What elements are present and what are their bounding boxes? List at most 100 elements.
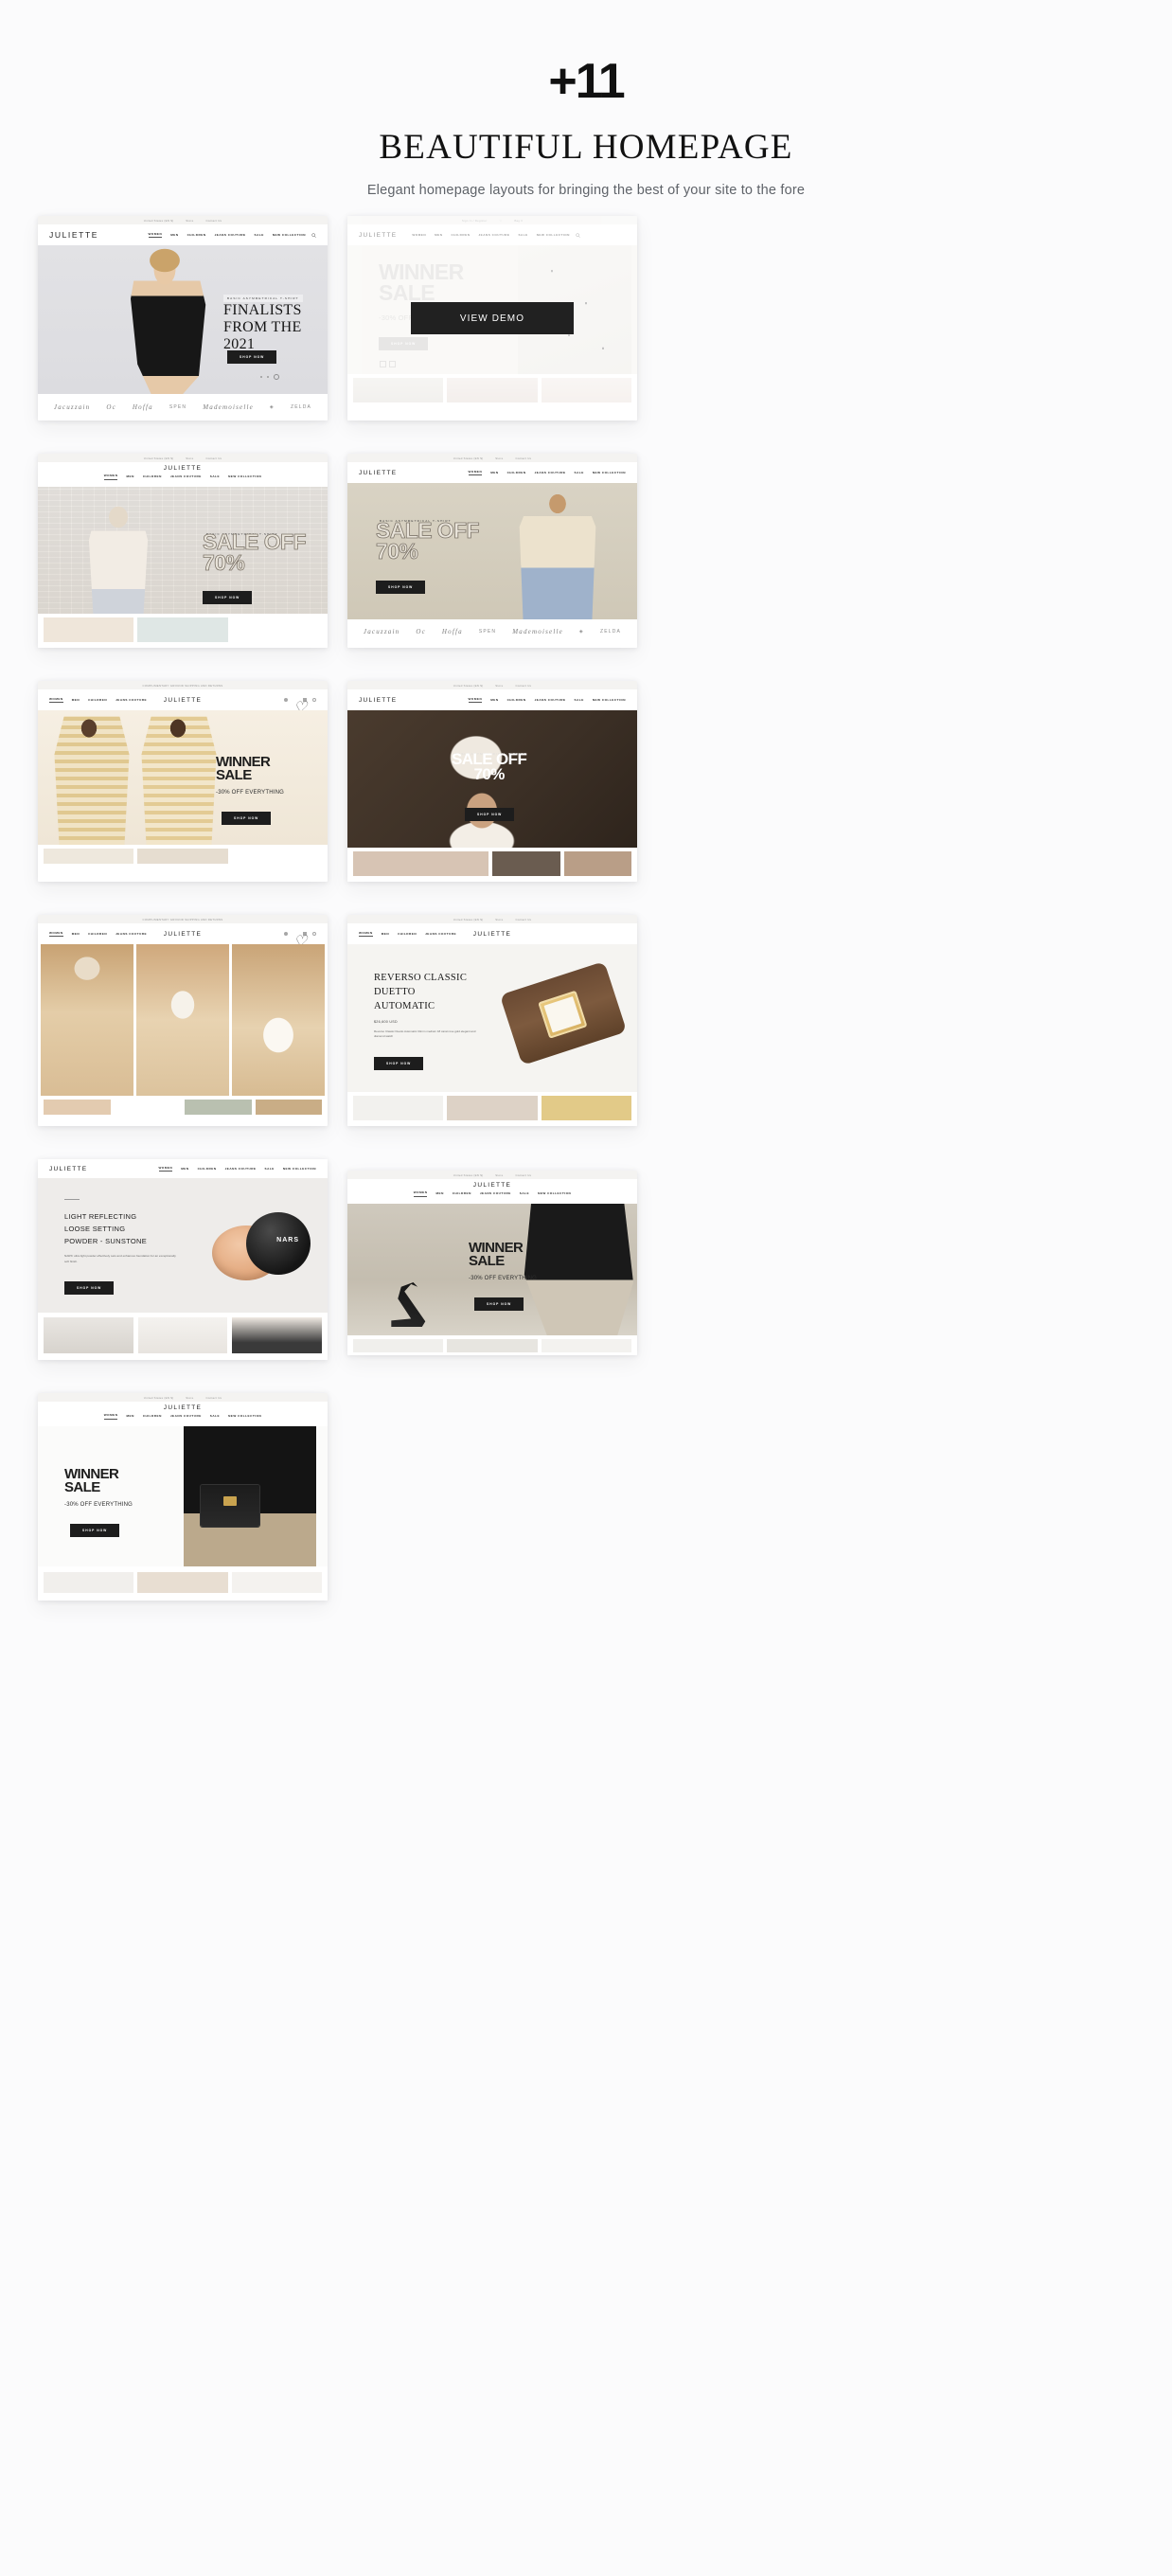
nav-newcollection[interactable]: NEW COLLECTION	[593, 471, 626, 474]
demo-card-home-8[interactable]: United States (EN $) Store Contact Us WO…	[347, 915, 637, 1126]
thumbnail[interactable]	[541, 1339, 631, 1352]
nav-jeans[interactable]: JEANS COUTURE	[115, 698, 147, 702]
shop-now-button[interactable]: SHOP NOW	[474, 1297, 524, 1311]
nav-men[interactable]: MEN	[72, 932, 80, 936]
demo-card-home-4[interactable]: United States (EN $) Store Contact Us JU…	[347, 454, 637, 648]
nav-sale[interactable]: SALE	[210, 1414, 220, 1418]
demo-card-home-7[interactable]: COMPLIMENTARY GROUND SHIPPING AND RETURN…	[38, 915, 328, 1126]
nav-women[interactable]: WOMEN	[412, 233, 426, 237]
topbar-signin[interactable]: Sign In / Register	[462, 219, 488, 223]
nav-children[interactable]: CHILDREN	[451, 233, 470, 237]
nav-children[interactable]: CHILDREN	[398, 932, 417, 936]
thumbnail[interactable]	[137, 1317, 228, 1353]
nav-jeans[interactable]: JEANS COUTURE	[215, 233, 246, 237]
brand-logo[interactable]: JULIETTE	[359, 1182, 626, 1189]
nav-men[interactable]: MEN	[72, 698, 80, 702]
demo-card-home-3[interactable]: United States (EN $) Store Contact Us JU…	[38, 454, 328, 648]
thumbnail[interactable]	[447, 1339, 538, 1352]
nav-newcollection[interactable]: NEW COLLECTION	[538, 1191, 571, 1195]
nav-children[interactable]: CHILDREN	[88, 698, 107, 702]
nav-jeans[interactable]: JEANS COUTURE	[535, 471, 566, 474]
demo-card-home-9[interactable]: JULIETTE WOMEN MEN CHILDREN JEANS COUTUR…	[38, 1159, 328, 1360]
nav-women[interactable]: WOMEN	[359, 931, 373, 938]
nav-children[interactable]: CHILDREN	[143, 1414, 162, 1418]
brand-logo[interactable]: JULIETTE	[49, 230, 98, 240]
bag-icon[interactable]	[303, 932, 307, 936]
nav-newcollection[interactable]: NEW COLLECTION	[593, 698, 626, 702]
thumbnail[interactable]	[232, 1317, 323, 1353]
topbar-contact[interactable]: Contact Us	[515, 684, 531, 688]
nav-men[interactable]: MEN	[435, 1191, 443, 1195]
nav-women[interactable]: WOMEN	[49, 931, 63, 938]
nav-jeans[interactable]: JEANS COUTURE	[480, 1191, 511, 1195]
topbar-locale[interactable]: United States (EN $)	[453, 456, 484, 460]
demo-card-home-10[interactable]: United States (EN $) Store Contact Us JU…	[347, 1171, 637, 1355]
thumbnail[interactable]	[231, 617, 322, 642]
shop-now-button[interactable]: SHOP NOW	[203, 591, 253, 604]
nav-men[interactable]: MEN	[490, 471, 498, 474]
thumbnail[interactable]	[114, 1100, 181, 1115]
thumbnail[interactable]	[44, 1100, 111, 1115]
shop-now-button[interactable]: SHOP NOW	[222, 812, 272, 825]
search-icon[interactable]	[311, 232, 316, 238]
shop-now-button[interactable]: SHOP NOW	[64, 1281, 115, 1295]
topbar-store[interactable]: Store	[495, 684, 503, 688]
brand-logo[interactable]: JULIETTE	[473, 931, 511, 938]
heart-icon[interactable]: ♡	[293, 932, 307, 950]
user-icon[interactable]	[284, 698, 288, 702]
thumbnail[interactable]	[231, 1572, 322, 1593]
topbar-contact[interactable]: Contact Us	[515, 1173, 531, 1177]
slider-dot[interactable]	[267, 376, 269, 378]
thumbnail[interactable]	[231, 849, 322, 864]
thumbnail[interactable]	[541, 378, 631, 402]
brand-logo[interactable]: JULIETTE	[359, 232, 397, 239]
slider-dots[interactable]	[260, 374, 279, 380]
bag-icon[interactable]	[303, 698, 307, 702]
slider-arrows[interactable]	[380, 361, 396, 367]
arrow-left-icon[interactable]	[380, 361, 386, 367]
nav-men[interactable]: MEN	[490, 698, 498, 702]
thumbnail[interactable]	[353, 1096, 444, 1120]
topbar-contact[interactable]: Contact Us	[205, 219, 222, 223]
topbar-store[interactable]: Store	[186, 1396, 193, 1400]
nav-newcollection[interactable]: NEW COLLECTION	[273, 233, 306, 237]
nav-men[interactable]: MEN	[181, 1167, 188, 1171]
demo-card-home-6[interactable]: United States (EN $) Store Contact Us JU…	[347, 681, 637, 882]
nav-newcollection[interactable]: NEW COLLECTION	[537, 233, 570, 237]
nav-sale[interactable]: SALE	[210, 474, 220, 478]
demo-card-home-2[interactable]: Sign In / Register ♡ Bag 0 JULIETTE WOME…	[347, 216, 637, 420]
topbar-contact[interactable]: Contact Us	[515, 456, 531, 460]
thumbnail[interactable]	[44, 849, 134, 864]
shop-now-button[interactable]: SHOP NOW	[70, 1524, 120, 1537]
brand-logo[interactable]: JULIETTE	[49, 465, 316, 472]
nav-sale[interactable]: SALE	[575, 471, 584, 474]
search-icon[interactable]	[576, 232, 580, 238]
nav-children[interactable]: CHILDREN	[453, 1191, 471, 1195]
thumbnail[interactable]	[185, 1100, 252, 1115]
thumbnail[interactable]	[137, 617, 228, 642]
nav-men[interactable]: MEN	[435, 233, 442, 237]
thumbnail[interactable]	[353, 1339, 444, 1352]
nav-jeans[interactable]: JEANS COUTURE	[478, 233, 509, 237]
thumbnail[interactable]	[563, 851, 631, 876]
nav-children[interactable]: CHILDREN	[143, 474, 162, 478]
topbar-store[interactable]: Store	[495, 456, 503, 460]
brand-logo[interactable]: JULIETTE	[359, 470, 397, 476]
thumbnail[interactable]	[492, 851, 560, 876]
nav-newcollection[interactable]: NEW COLLECTION	[283, 1167, 316, 1171]
topbar-locale[interactable]: United States (EN $)	[144, 219, 174, 223]
nav-men[interactable]: MEN	[382, 932, 389, 936]
topbar-locale[interactable]: United States (EN $)	[453, 918, 484, 921]
nav-sale[interactable]: SALE	[265, 1167, 275, 1171]
view-demo-button[interactable]: VIEW DEMO	[411, 302, 574, 334]
nav-women[interactable]: WOMEN	[49, 697, 63, 704]
nav-men[interactable]: MEN	[126, 474, 133, 478]
shop-now-button[interactable]: SHOP NOW	[465, 808, 515, 821]
nav-women[interactable]: WOMEN	[468, 470, 483, 476]
brand-logo[interactable]: JULIETTE	[49, 1404, 316, 1411]
nav-women[interactable]: WOMEN	[158, 1166, 173, 1172]
shop-now-button[interactable]: SHOP NOW	[379, 337, 429, 350]
demo-card-home-5[interactable]: COMPLIMENTARY GROUND SHIPPING AND RETURN…	[38, 681, 328, 882]
bag-icon[interactable]: Bag 0	[514, 219, 523, 223]
nav-newcollection[interactable]: NEW COLLECTION	[228, 474, 261, 478]
